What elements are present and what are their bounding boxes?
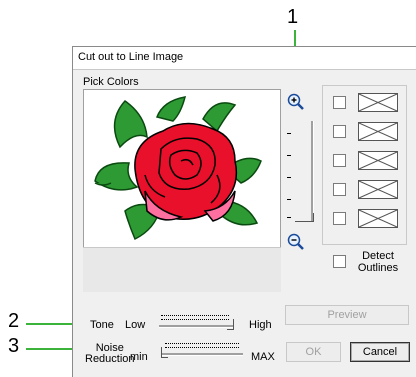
noise-slider-track <box>161 353 243 356</box>
cut-out-dialog: Cut out to Line Image Pick Colors Detect… <box>72 46 416 377</box>
dialog-titlebar: Cut out to Line Image <box>73 47 416 70</box>
callout-2: 2 <box>8 310 20 332</box>
rose-image[interactable] <box>85 91 279 247</box>
preview-button[interactable]: Preview <box>285 305 409 325</box>
color-swatch-empty[interactable] <box>358 93 398 112</box>
detect-outlines-checkbox[interactable] <box>333 255 346 268</box>
tone-slider-track <box>159 325 233 328</box>
tone-high-label: High <box>249 319 272 331</box>
zoom-in-icon[interactable] <box>287 93 305 111</box>
cancel-button[interactable]: Cancel <box>350 342 410 362</box>
noise-slider[interactable] <box>159 343 245 359</box>
zoom-tick <box>287 177 291 178</box>
callout-3: 3 <box>8 335 20 357</box>
noise-max-label: MAX <box>251 351 275 363</box>
noise-slider-thumb[interactable] <box>161 347 168 358</box>
color-swatch-empty[interactable] <box>358 180 398 199</box>
zoom-slider-track <box>311 121 314 221</box>
pick-colors-label: Pick Colors <box>83 76 139 88</box>
zoom-tick <box>287 155 291 156</box>
rose-petals <box>134 122 238 222</box>
noise-label: Noise Reduction <box>85 343 135 365</box>
zoom-tick <box>287 133 291 134</box>
tone-low-label: Low <box>125 319 146 331</box>
ok-button[interactable]: OK <box>286 342 341 362</box>
color-swatch-empty[interactable] <box>358 209 398 228</box>
tone-slider-thumb[interactable] <box>227 319 234 330</box>
detect-outlines-label: Detect Outlines <box>357 250 399 274</box>
noise-label-line2: Reduction <box>85 353 135 365</box>
tone-slider[interactable] <box>159 315 237 331</box>
color-swatch-empty[interactable] <box>358 151 398 170</box>
dialog-title: Cut out to Line Image <box>78 51 184 63</box>
image-preview-lower <box>83 247 281 292</box>
zoom-tick <box>287 199 291 200</box>
tone-label: Tone <box>90 319 114 331</box>
zoom-slider[interactable] <box>285 121 315 225</box>
zoom-tick <box>287 217 291 218</box>
zoom-out-icon[interactable] <box>287 233 305 251</box>
noise-min-label: min <box>130 351 148 363</box>
color-swatch-empty[interactable] <box>358 122 398 141</box>
zoom-slider-thumb[interactable] <box>295 213 314 222</box>
tone-slider-ticks <box>161 315 229 320</box>
noise-slider-ticks <box>165 343 239 348</box>
callout-3-line <box>26 348 74 350</box>
callout-1: 1 <box>287 6 299 28</box>
